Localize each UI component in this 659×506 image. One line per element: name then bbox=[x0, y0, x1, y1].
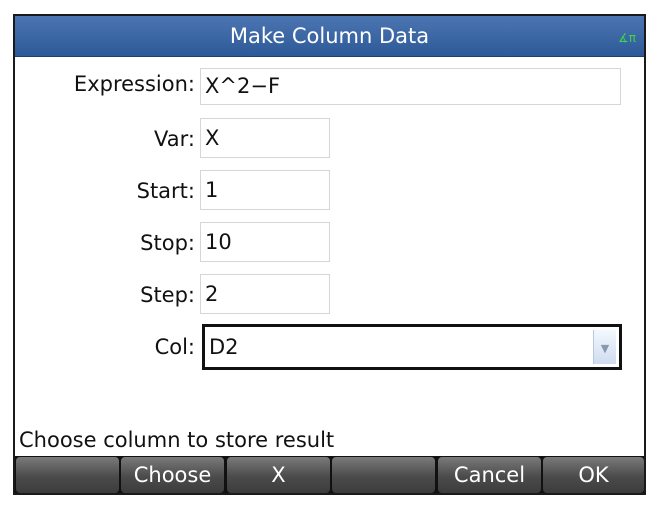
start-field[interactable]: 1 bbox=[200, 170, 330, 210]
status-message: Choose column to store result bbox=[19, 428, 335, 452]
calculator-screen: Make Column Data ∡π Expression: X^2−F Va… bbox=[13, 14, 646, 495]
softkey-cancel[interactable]: Cancel bbox=[438, 457, 541, 493]
dropdown-arrow-glyph: ▼ bbox=[600, 342, 610, 355]
softkey-bar: Choose X Cancel OK bbox=[15, 456, 644, 493]
softkey-1[interactable] bbox=[16, 457, 119, 493]
softkey-4[interactable] bbox=[332, 457, 435, 493]
expression-label: Expression: bbox=[73, 72, 195, 96]
var-field[interactable]: X bbox=[200, 118, 330, 158]
angle-radians-icon: ∡π bbox=[618, 31, 636, 45]
expression-field[interactable]: X^2−F bbox=[200, 68, 621, 105]
col-label: Col: bbox=[154, 335, 195, 359]
start-label: Start: bbox=[136, 179, 195, 203]
stop-field[interactable]: 10 bbox=[200, 222, 330, 262]
chevron-down-icon[interactable]: ▼ bbox=[593, 330, 616, 364]
stop-label: Stop: bbox=[140, 231, 195, 255]
softkey-ok[interactable]: OK bbox=[543, 457, 644, 493]
softkey-choose[interactable]: Choose bbox=[121, 457, 224, 493]
step-field[interactable]: 2 bbox=[200, 274, 330, 314]
softkey-x[interactable]: X bbox=[227, 457, 330, 493]
step-label: Step: bbox=[140, 283, 195, 307]
var-label: Var: bbox=[154, 127, 195, 151]
col-value: D2 bbox=[209, 335, 239, 359]
title-bar: Make Column Data ∡π bbox=[15, 16, 644, 57]
window-title: Make Column Data bbox=[229, 24, 430, 48]
col-dropdown[interactable]: D2 ▼ bbox=[202, 324, 622, 370]
